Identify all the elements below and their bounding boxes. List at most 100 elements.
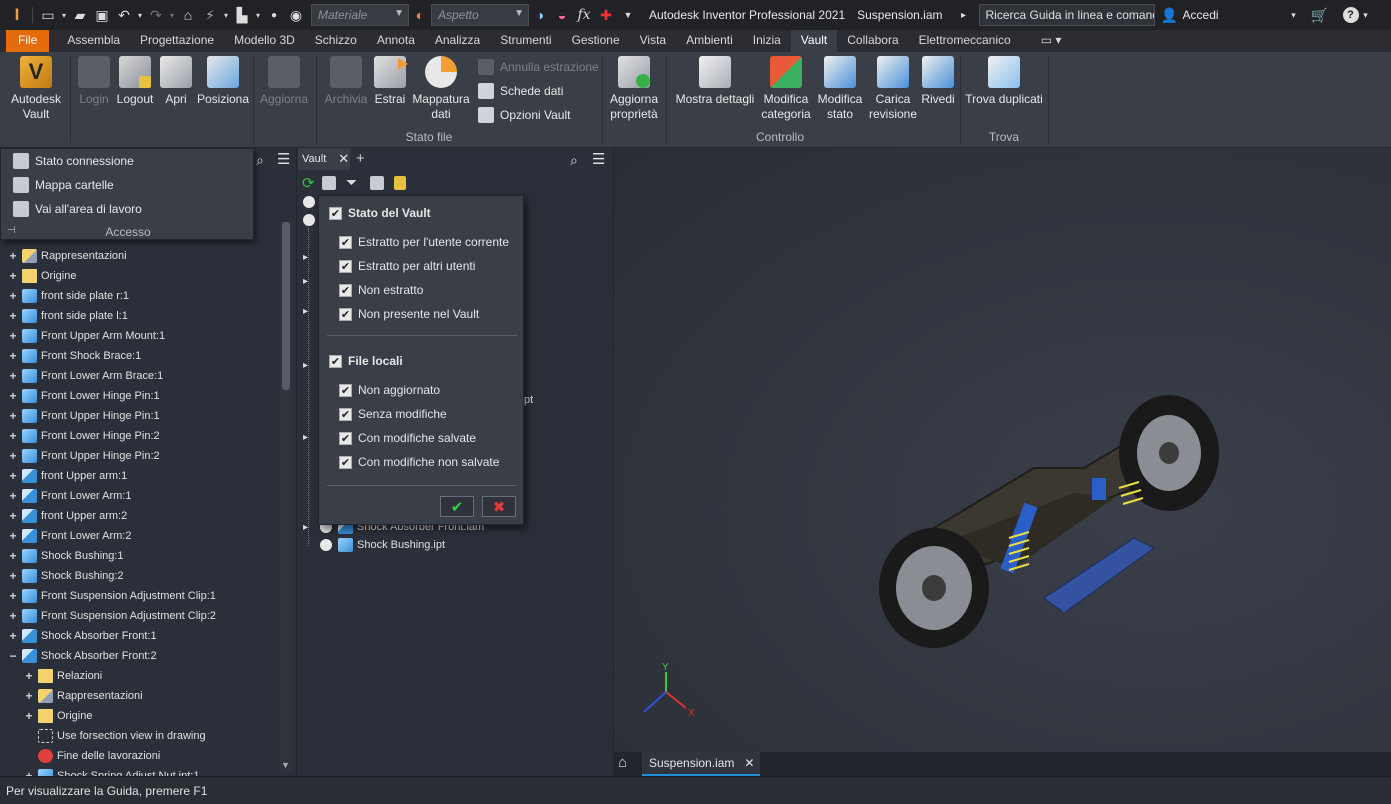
login-button[interactable]: Login (76, 56, 112, 107)
tab-annota[interactable]: Annota (367, 30, 425, 52)
expand-icon[interactable] (24, 751, 34, 761)
opzioni-vault-button[interactable]: Opzioni Vault (478, 107, 570, 123)
expand-icon[interactable]: + (8, 310, 18, 322)
help-icon[interactable]: ? (1342, 7, 1359, 23)
tree-row[interactable]: + Front Suspension Adjustment Clip:2 (8, 606, 216, 626)
expand-icon[interactable]: + (8, 590, 18, 602)
expand-icon[interactable]: ▸ (303, 360, 308, 371)
home-icon[interactable]: ⌂ (177, 5, 199, 25)
select-icon[interactable]: ▙ (231, 5, 253, 25)
tab-ambienti[interactable]: Ambienti (676, 30, 743, 52)
expand-icon[interactable]: + (8, 630, 18, 642)
schede-dati-button[interactable]: Schede dati (478, 83, 563, 99)
cancel-button[interactable]: ✖ (482, 496, 516, 517)
expand-icon[interactable]: + (8, 570, 18, 582)
expand-icon[interactable]: + (8, 370, 18, 382)
expand-icon[interactable]: + (24, 710, 34, 722)
expand-icon[interactable]: + (24, 670, 34, 682)
suspension-model[interactable]: Y X (614, 148, 1391, 752)
filter-checkbox-modifiche-salvate[interactable]: ✔ Con modifiche salvate (339, 431, 476, 445)
tree-row[interactable]: − Shock Absorber Front:2 (8, 646, 157, 666)
clipboard-icon[interactable] (394, 176, 406, 190)
filter-checkbox-estratto-altri[interactable]: ✔ Estratto per altri utenti (339, 259, 475, 273)
redo-icon[interactable]: ↷ (145, 5, 167, 25)
expand-icon[interactable]: ▸ (303, 432, 308, 443)
tab-vault[interactable]: Vault (790, 30, 838, 52)
tree-row[interactable]: + Front Lower Hinge Pin:2 (8, 426, 160, 446)
dropdown-arrow-icon[interactable]: ▾ (167, 5, 177, 25)
settings-icon[interactable] (370, 176, 384, 190)
trova-duplicati-button[interactable]: Trova duplicati (964, 56, 1044, 107)
expand-icon[interactable]: + (8, 330, 18, 342)
refresh-icon[interactable]: ⟳ (302, 174, 315, 192)
tab-collabora[interactable]: Collabora (837, 30, 908, 52)
search-arrow-icon[interactable]: ▸ (953, 5, 975, 25)
chevron-down-icon[interactable]: ▾ (1359, 5, 1373, 25)
logout-button[interactable]: Logout (114, 56, 156, 107)
tree-row[interactable]: + front side plate l:1 (8, 306, 128, 326)
ok-button[interactable]: ✔ (440, 496, 474, 517)
search-icon[interactable]: ⌕ (256, 152, 264, 169)
filter-checkbox-senza-modifiche[interactable]: ✔ Senza modifiche (339, 407, 447, 421)
dropdown-arrow-icon[interactable]: ▾ (135, 5, 145, 25)
tab-assembla[interactable]: Assembla (57, 30, 130, 52)
tab-vista[interactable]: Vista (630, 30, 676, 52)
tree-row[interactable]: + Front Shock Brace:1 (8, 346, 141, 366)
tab-strumenti[interactable]: Strumenti (490, 30, 561, 52)
expand-icon[interactable]: + (8, 390, 18, 402)
rivedi-button[interactable]: Rivedi (920, 56, 956, 107)
filter-checkbox-modifiche-non-salvate[interactable]: ✔ Con modifiche non salvate (339, 455, 499, 469)
cart-icon[interactable]: 🛒 (1309, 5, 1331, 25)
panel-visibility-icon[interactable]: ▭ ▾ (1021, 30, 1072, 52)
open-folder-icon[interactable]: ▰ (69, 5, 91, 25)
expand-icon[interactable]: + (8, 470, 18, 482)
tree-row[interactable]: Use forsection view in drawing (24, 726, 206, 746)
undo-icon[interactable]: ↶ (113, 5, 135, 25)
mappa-cartelle-item[interactable]: Mappa cartelle (13, 177, 114, 193)
aggiorna-button[interactable]: Aggiorna (258, 56, 310, 107)
annulla-estrazione-button[interactable]: Annulla estrazione (478, 59, 599, 75)
posiziona-button[interactable]: Posiziona (196, 56, 250, 107)
expand-icon[interactable]: ▸ (303, 522, 308, 533)
tree-row[interactable]: + Origine (24, 706, 92, 726)
dropdown-arrow-icon[interactable]: ▾ (59, 5, 69, 25)
tree-row[interactable]: + Front Lower Hinge Pin:1 (8, 386, 160, 406)
autodesk-vault-button[interactable]: V Autodesk Vault (8, 56, 64, 122)
tab-elettromeccanico[interactable]: Elettromeccanico (909, 30, 1021, 52)
material-ball-icon[interactable]: ◉ (285, 5, 307, 25)
tab-analizza[interactable]: Analizza (425, 30, 490, 52)
aggiorna-proprieta-button[interactable]: Aggiorna proprietà (606, 56, 662, 122)
apri-button[interactable]: Apri (160, 56, 192, 107)
tab-modello-3d[interactable]: Modello 3D (224, 30, 305, 52)
expand-icon[interactable]: ▸ (303, 306, 308, 317)
pointer-icon[interactable]: ● (263, 5, 285, 25)
vai-area-lavoro-item[interactable]: Vai all'area di lavoro (13, 201, 142, 217)
chevron-down-icon[interactable]: ▾ (1283, 5, 1305, 25)
tree-row[interactable]: + Front Suspension Adjustment Clip:1 (8, 586, 216, 606)
tree-row[interactable]: + Front Upper Hinge Pin:1 (8, 406, 160, 426)
dropdown-arrow-icon[interactable]: ▾ (253, 5, 263, 25)
expand-icon[interactable]: ▸ (303, 276, 308, 287)
filter-icon[interactable]: ⏷ (346, 174, 357, 191)
tab-suspension-iam[interactable]: Suspension.iam ✕ (642, 752, 760, 776)
expand-icon[interactable]: + (8, 290, 18, 302)
appearance-icon[interactable]: ◐ (409, 5, 431, 25)
dropdown-arrow-icon[interactable]: ▾ (221, 5, 231, 25)
tree-row[interactable]: + Rappresentazioni (8, 246, 127, 266)
fx-parameters-icon[interactable]: fx (573, 5, 595, 25)
expand-icon[interactable]: + (8, 490, 18, 502)
tree-row[interactable]: + Rappresentazioni (24, 686, 143, 706)
tab-inizia[interactable]: Inizia (743, 30, 791, 52)
adjust-appearance-icon[interactable]: ◑ (529, 5, 551, 25)
save-icon[interactable]: ▣ (91, 5, 113, 25)
close-icon[interactable]: ✕ (338, 151, 349, 167)
expand-icon[interactable]: ▸ (303, 252, 308, 263)
mappatura-dati-button[interactable]: Mappatura dati (410, 56, 472, 122)
sign-in-link[interactable]: Accedi (1183, 8, 1219, 22)
filter-checkbox-estratto-utente[interactable]: ✔ Estratto per l'utente corrente (339, 235, 509, 249)
customize-dropdown-icon[interactable]: ▼ (617, 5, 639, 25)
tree-row[interactable]: + Front Upper Arm Mount:1 (8, 326, 165, 346)
expand-icon[interactable]: + (8, 410, 18, 422)
filter-checkbox-non-presente[interactable]: ✔ Non presente nel Vault (339, 307, 479, 321)
collapse-icon[interactable]: − (8, 650, 18, 662)
